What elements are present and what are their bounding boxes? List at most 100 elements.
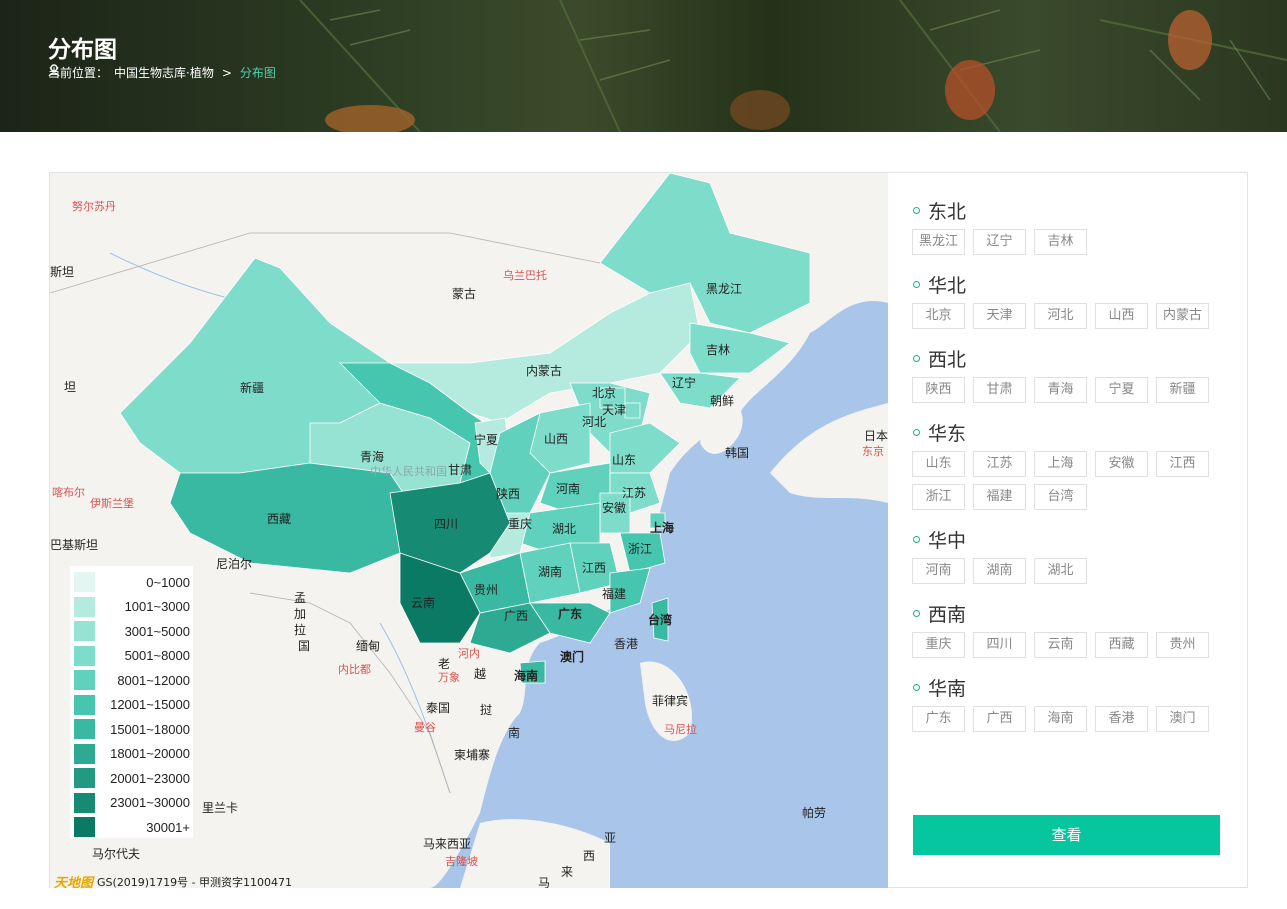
- label-nan: 南: [508, 726, 521, 740]
- label-henan: 河南: [556, 482, 581, 496]
- label-beijing: 北京: [592, 386, 617, 400]
- label-hanei: 河内: [458, 647, 480, 660]
- view-button[interactable]: 查看: [913, 815, 1220, 855]
- label-feilvbin: 菲律宾: [652, 694, 689, 708]
- province-tag[interactable]: 吉林: [1034, 229, 1087, 255]
- label-jianpuzhai: 柬埔寨: [454, 748, 491, 762]
- legend-swatch: [74, 792, 95, 813]
- label-xi: 西: [583, 849, 596, 863]
- region-header: 华南: [912, 672, 1232, 702]
- province-tag[interactable]: 湖南: [973, 558, 1026, 584]
- label-tan: 坦: [64, 380, 77, 394]
- label-heilongjiang: 黑龙江: [706, 282, 743, 296]
- province-tag[interactable]: 江西: [1156, 451, 1209, 477]
- province-tag[interactable]: 甘肃: [973, 377, 1026, 403]
- province-tag[interactable]: 北京: [912, 303, 965, 329]
- province-tag[interactable]: 重庆: [912, 632, 965, 658]
- legend-swatch: [74, 719, 95, 740]
- province-tag[interactable]: 山西: [1095, 303, 1148, 329]
- region-header: 华北: [912, 269, 1232, 299]
- province-tag[interactable]: 宁夏: [1095, 377, 1148, 403]
- province-tag[interactable]: 山东: [912, 451, 965, 477]
- label-palao: 帕劳: [802, 806, 827, 820]
- label-chongqing: 重庆: [508, 517, 533, 531]
- province-tag[interactable]: 安徽: [1095, 451, 1148, 477]
- province-tag[interactable]: 黑龙江: [912, 229, 965, 255]
- legend-row: 3001~5000: [74, 619, 193, 644]
- province-tag[interactable]: 上海: [1034, 451, 1087, 477]
- province-tag[interactable]: 天津: [973, 303, 1026, 329]
- province-tag[interactable]: 澳门: [1156, 706, 1209, 732]
- label-hanguo: 韩国: [725, 446, 750, 460]
- label-gansu: 甘肃: [448, 463, 473, 477]
- bullet-icon: [913, 206, 920, 214]
- label-kolkata: 内比都: [338, 663, 371, 676]
- region-list: 东北 黑龙江 辽宁 吉林 华北 北京 天津 河北 山西 内蒙古 西北 陕西 甘肃 青海 宁夏 新疆 华东 山东 江苏…: [912, 195, 1232, 746]
- label-jilongpo: 吉隆坡: [445, 855, 478, 868]
- legend-row: 8001~12000: [74, 668, 193, 693]
- province-tag[interactable]: 广西: [973, 706, 1026, 732]
- legend-label: 18001~20000: [110, 746, 190, 762]
- region-header: 华东: [912, 417, 1232, 447]
- province-tag[interactable]: 内蒙古: [1156, 303, 1209, 329]
- province-tag[interactable]: 青海: [1034, 377, 1087, 403]
- label-yilanbao: 伊斯兰堡: [90, 497, 134, 510]
- province-tag[interactable]: 香港: [1095, 706, 1148, 732]
- bullet-icon: [913, 428, 920, 436]
- province-tag[interactable]: 辽宁: [973, 229, 1026, 255]
- label-shanxi: 山西: [544, 432, 569, 446]
- province-tag-list: 重庆 四川 云南 西藏 贵州: [912, 632, 1232, 658]
- label-dongjing: 东京: [862, 445, 884, 458]
- label-jilin: 吉林: [706, 343, 731, 357]
- region-group: 华中河南 湖南 湖北: [912, 524, 1232, 584]
- province-tag[interactable]: 陕西: [912, 377, 965, 403]
- province-tag[interactable]: 浙江: [912, 484, 965, 510]
- province-tag[interactable]: 海南: [1034, 706, 1087, 732]
- province-tag[interactable]: 广东: [912, 706, 965, 732]
- region-name: 华南: [928, 677, 967, 700]
- label-kashi: 喀布尔: [52, 486, 85, 499]
- label-shaanxi: 陕西: [496, 487, 521, 501]
- province-tag[interactable]: 福建: [973, 484, 1026, 510]
- province-tag[interactable]: 新疆: [1156, 377, 1209, 403]
- legend-row: 23001~30000: [74, 791, 193, 816]
- map-legend: 0~1000 1001~3000 3001~5000 5001~8000 8001~12…: [70, 566, 193, 838]
- label-shandong: 山东: [612, 453, 637, 467]
- label-wulan: 乌兰巴托: [503, 269, 547, 282]
- label-lai: 来: [561, 865, 574, 879]
- breadcrumb-link-parent[interactable]: 中国生物志库·植物: [114, 64, 214, 81]
- label-guo: 国: [298, 639, 311, 653]
- province-tag[interactable]: 河北: [1034, 303, 1087, 329]
- region-name: 西南: [928, 603, 967, 626]
- region-header: 华中: [912, 524, 1232, 554]
- province-tag[interactable]: 河南: [912, 558, 965, 584]
- legend-label: 12001~15000: [110, 697, 190, 713]
- province-tag[interactable]: 湖北: [1034, 558, 1087, 584]
- legend-label: 1001~3000: [124, 599, 190, 615]
- label-ningxia: 宁夏: [474, 433, 499, 447]
- province-tag[interactable]: 四川: [973, 632, 1026, 658]
- region-name: 华中: [928, 529, 967, 552]
- label-liaoning: 辽宁: [672, 376, 697, 390]
- region-header: 西北: [912, 343, 1232, 373]
- label-mangu: 曼谷: [414, 721, 436, 734]
- province-tag-list: 北京 天津 河北 山西 内蒙古: [912, 303, 1232, 329]
- province-tag[interactable]: 云南: [1034, 632, 1087, 658]
- province-tag[interactable]: 贵州: [1156, 632, 1209, 658]
- label-aomen: 澳门: [560, 650, 585, 664]
- label-yunnan: 云南: [411, 596, 436, 610]
- label-maerdaifu: 马尔代夫: [92, 847, 141, 861]
- province-tag[interactable]: 西藏: [1095, 632, 1148, 658]
- label-niboer: 尼泊尔: [216, 557, 253, 571]
- label-taiwan: 台湾: [648, 613, 673, 627]
- legend-label: 3001~5000: [124, 623, 190, 639]
- label-wanxiang: 万象: [438, 671, 460, 684]
- province-tag[interactable]: 台湾: [1034, 484, 1087, 510]
- region-group: 西南重庆 四川 云南 西藏 贵州: [912, 598, 1232, 658]
- label-malaixiya: 马来西亚: [423, 837, 472, 851]
- tianditu-logo: 天地图: [54, 876, 94, 891]
- province-tag[interactable]: 江苏: [973, 451, 1026, 477]
- label-zhonghua: 中华人民共和国: [370, 465, 447, 478]
- breadcrumb-current: 分布图: [239, 66, 276, 80]
- legend-row: 1001~3000: [74, 595, 193, 620]
